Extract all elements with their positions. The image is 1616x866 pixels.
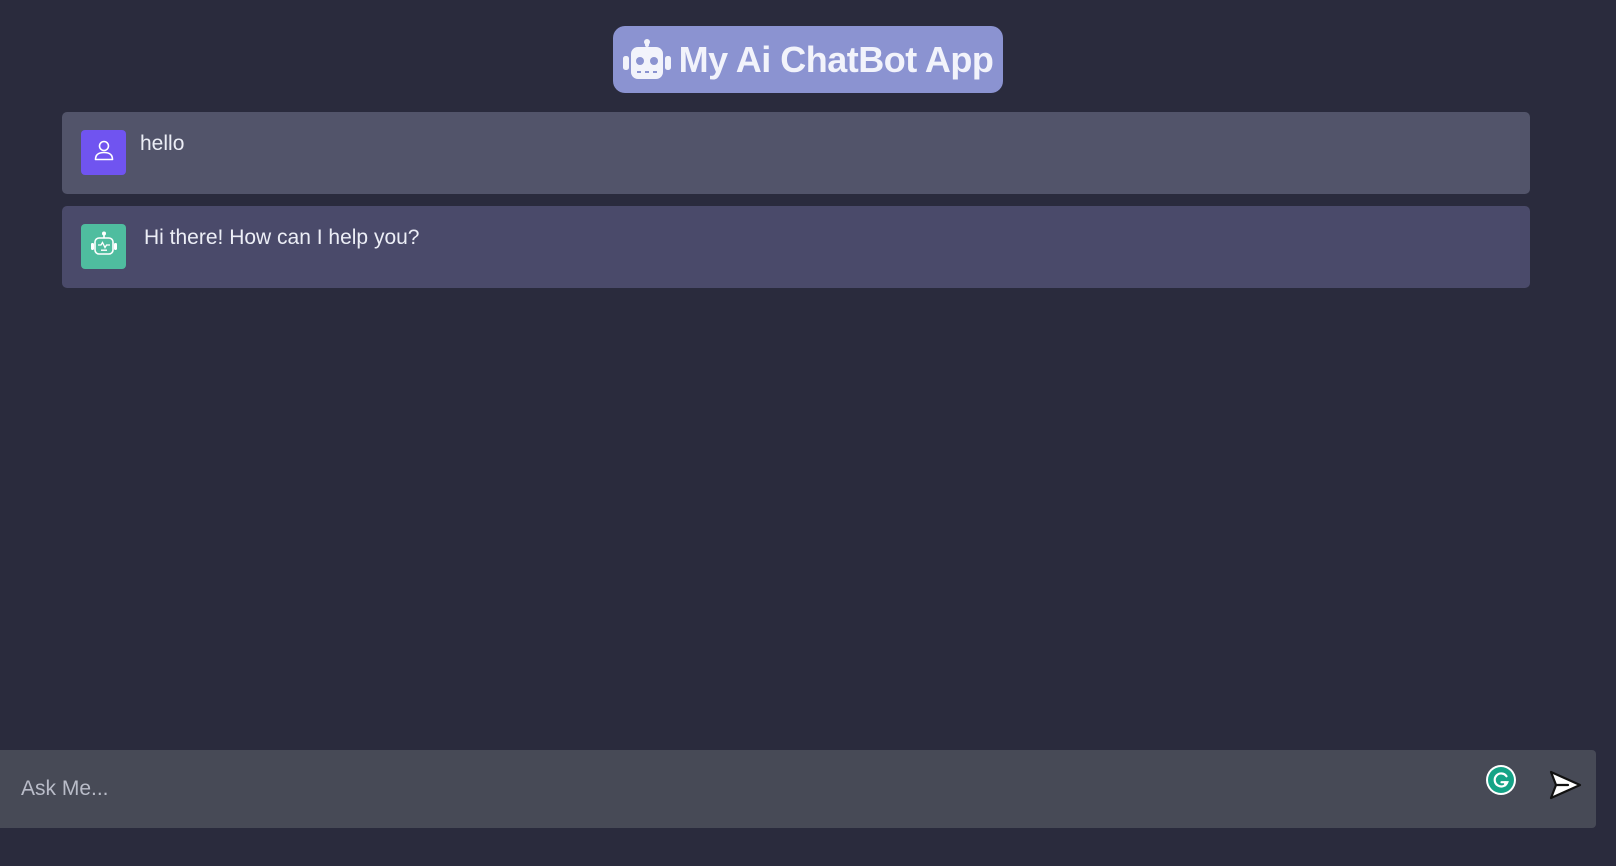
user-avatar bbox=[81, 130, 126, 175]
robot-icon bbox=[90, 231, 118, 262]
send-icon bbox=[1548, 768, 1582, 807]
header-container: My Ai ChatBot App bbox=[0, 26, 1616, 93]
user-message-text: hello bbox=[140, 132, 185, 155]
ask-input[interactable] bbox=[0, 749, 1596, 829]
user-message: hello bbox=[62, 112, 1530, 194]
bot-avatar bbox=[81, 224, 126, 269]
app-header: My Ai ChatBot App bbox=[612, 26, 1004, 93]
robot-icon bbox=[621, 38, 673, 82]
app-title: My Ai ChatBot App bbox=[678, 38, 994, 80]
bot-message-text: Hi there! How can I help you? bbox=[144, 226, 420, 249]
user-icon bbox=[93, 139, 115, 166]
message-composer bbox=[0, 749, 1596, 829]
message-list: hello Hi there! How can I help you? bbox=[62, 112, 1530, 300]
bot-message: Hi there! How can I help you? bbox=[62, 206, 1530, 288]
grammarly-icon[interactable] bbox=[1486, 765, 1516, 795]
send-button[interactable] bbox=[1548, 770, 1582, 804]
